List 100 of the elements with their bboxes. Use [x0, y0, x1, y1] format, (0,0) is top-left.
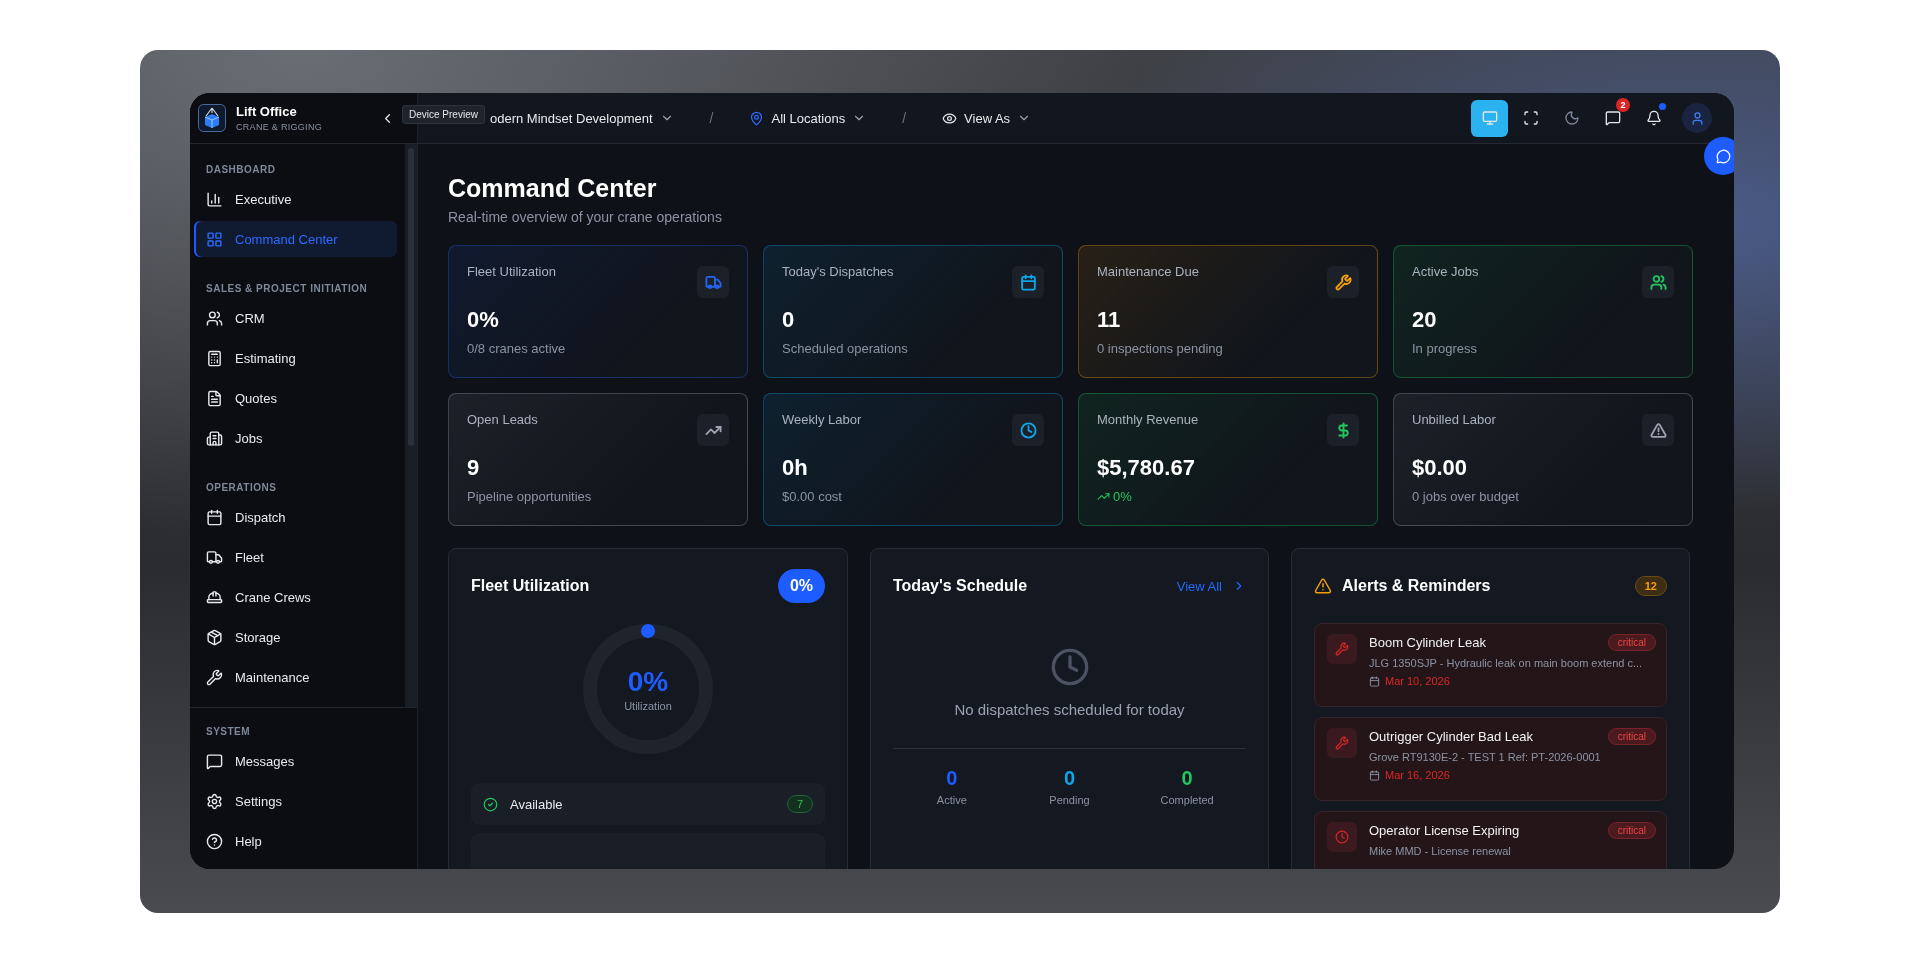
chat-icon [1604, 110, 1621, 126]
count-label: Active [936, 794, 967, 806]
crane-logo-icon [198, 104, 226, 132]
bar-chart-icon [206, 190, 223, 208]
wrench-icon [1335, 736, 1349, 750]
calendar-icon [1369, 769, 1380, 781]
count-badge: 7 [786, 795, 813, 813]
app-name: Lift Office [236, 104, 298, 119]
chat-icon [1715, 148, 1731, 164]
stat-value: $0.00 [1412, 455, 1469, 481]
user-icon [1689, 110, 1705, 126]
severity-tag: critical [1607, 822, 1656, 839]
count-label: Completed [1160, 794, 1214, 806]
alert-title: Outrigger Cylinder Bad Leak [1369, 729, 1534, 744]
notification-icon [1645, 110, 1662, 126]
stat-value: 0h [782, 455, 809, 481]
count-value: 0 [946, 767, 958, 790]
stat-label: Active Jobs [1412, 264, 1480, 279]
stat-value: 11 [1097, 307, 1122, 333]
stat-label: Monthly Revenue [1097, 412, 1200, 427]
clock-icon [1335, 830, 1349, 844]
location-pin-icon [749, 110, 765, 126]
alert-detail: Mike MMD - License renewal [1369, 845, 1512, 857]
percent-badge: 0% [777, 569, 825, 603]
users-icon [206, 309, 223, 327]
help-icon [206, 832, 223, 850]
breadcrumb-separator: / [902, 110, 907, 126]
tooltip: Device Preview [402, 105, 485, 124]
grid-icon [206, 230, 223, 248]
section-heading: SALES & PROJECT INITIATION [205, 282, 369, 296]
view-all-link[interactable]: View All [1176, 578, 1246, 594]
breadcrumb-dropdown[interactable]: View As [942, 110, 1032, 126]
stat-value: 0 [782, 307, 796, 333]
sidebar-item[interactable]: Crane Crews [194, 579, 397, 615]
sidebar-item[interactable]: CRM [194, 300, 397, 336]
moon-icon [1563, 110, 1580, 126]
sidebar-item[interactable]: Estimating [194, 340, 397, 376]
clock-icon [1049, 647, 1090, 687]
stat-note: Scheduled operations [782, 341, 908, 356]
breadcrumb-dropdown[interactable]: odern Mindset Development [490, 110, 674, 126]
alert-card[interactable]: Boom Cylinder Leak critical JLG 1350SJP - Hydraulic leak on main boom extend c... Mar 10, 2026 [1314, 623, 1667, 707]
stat-label: Open Leads [467, 412, 539, 427]
empty-message: No dispatches scheduled for today [954, 701, 1185, 718]
panel-title: Alerts & Reminders [1342, 577, 1491, 595]
panel-title: Today's Schedule [893, 577, 1028, 595]
page-subtitle: Real-time overview of your crane operations [448, 209, 723, 225]
panel-title: Fleet Utilization [471, 577, 590, 595]
profile-button[interactable] [1682, 103, 1712, 133]
alert-title: Boom Cylinder Leak [1369, 635, 1487, 650]
hard-hat-icon [206, 588, 223, 606]
breadcrumb-separator: / [709, 110, 714, 126]
box-icon [206, 628, 223, 646]
alert-detail: JLG 1350SJP - Hydraulic leak on main boom extend c... [1369, 657, 1644, 669]
stat-note: In progress [1412, 341, 1478, 356]
count-badge: 12 [1634, 576, 1667, 596]
count-badge: 2 [1616, 97, 1630, 112]
document-icon [206, 389, 223, 407]
sidebar-item[interactable]: Quotes [194, 380, 397, 416]
calculator-icon [206, 349, 223, 367]
page-title: Command Center [448, 174, 658, 203]
sidebar-item[interactable]: Command Center [194, 221, 397, 257]
gauge-value: 0% [627, 666, 669, 698]
alert-card[interactable]: Operator License Expiring critical Mike MMD - License renewal [1314, 811, 1667, 869]
settings-icon [206, 792, 223, 810]
stat-note: 0/8 cranes active [467, 341, 566, 356]
sidebar-item[interactable]: Maintenance [194, 659, 397, 695]
monitor-button[interactable] [1471, 99, 1508, 137]
sidebar-item[interactable]: Jobs [194, 420, 397, 456]
scrollbar[interactable] [405, 144, 417, 707]
stat-note: 0% [1113, 489, 1132, 504]
calendar-icon [1369, 675, 1380, 687]
stat-label: Weekly Labor [782, 412, 863, 427]
chat-button[interactable]: 2 [1594, 99, 1631, 137]
alert-date: Mar 16, 2026 [1385, 769, 1450, 781]
sidebar-item[interactable]: Dispatch [194, 499, 397, 535]
stat-value: 0% [467, 307, 500, 333]
wrench-icon [206, 668, 223, 686]
sidebar-item[interactable]: Help [194, 823, 409, 859]
sidebar-item[interactable]: Executive [194, 181, 397, 217]
status-label: Available [510, 796, 563, 812]
severity-tag: critical [1607, 728, 1656, 745]
alert-card[interactable]: Outrigger Cylinder Bad Leak critical Grove RT9130E-2 - TEST 1 Ref: PT-2026-0001 Mar 16, 2026 [1314, 717, 1667, 801]
eye-icon [942, 110, 958, 126]
section-heading: SYSTEM [205, 725, 252, 739]
alert-title: Operator License Expiring [1369, 823, 1520, 838]
stat-label: Unbilled Labor [1412, 412, 1497, 427]
sidebar-item[interactable]: Settings [194, 783, 409, 819]
sidebar-item[interactable]: Messages [194, 743, 409, 779]
chat-button[interactable] [1704, 137, 1734, 175]
calendar-icon [206, 508, 223, 526]
count-value: 0 [1181, 767, 1193, 790]
sidebar-item[interactable]: Fleet [194, 539, 397, 575]
stat-note: 0 jobs over budget [1412, 489, 1519, 504]
stat-value: 9 [467, 455, 481, 481]
breadcrumb-dropdown[interactable]: All Locations [749, 110, 867, 126]
sidebar-item[interactable]: Storage [194, 619, 397, 655]
wrench-icon [1335, 642, 1349, 656]
app-subtitle: CRANE & RIGGING [236, 122, 322, 132]
stat-label: Today's Dispatches [782, 264, 895, 279]
warning-icon [1314, 577, 1332, 595]
